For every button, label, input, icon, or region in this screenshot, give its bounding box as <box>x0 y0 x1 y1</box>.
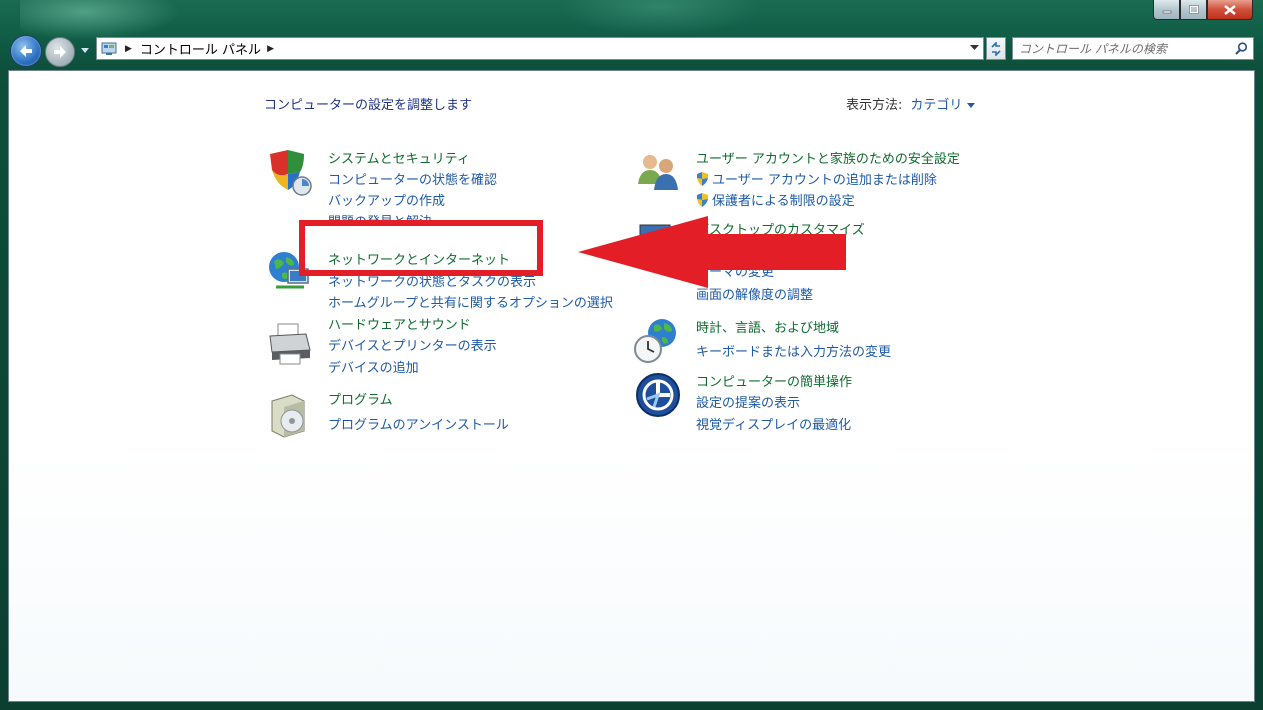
category-link[interactable]: 視覚ディスプレイの最適化 <box>696 414 851 433</box>
category-link[interactable]: デバイスの追加 <box>328 357 419 376</box>
category-link[interactable]: プログラムのアンインストール <box>328 414 509 433</box>
category-system-security: システムとセキュリティ コンピューターの状態を確認 バックアップの作成 問題の発… <box>266 148 596 228</box>
category-link[interactable]: デバイスとプリンターの表示 <box>328 335 497 354</box>
highlight-box <box>299 220 543 276</box>
address-dropdown-icon[interactable] <box>970 45 979 51</box>
category-link[interactable]: 保護者による制限の設定 <box>696 190 855 209</box>
clock-globe-icon <box>634 319 676 363</box>
close-button[interactable] <box>1207 0 1253 20</box>
view-by: 表示方法: カテゴリ <box>846 94 976 113</box>
refresh-button[interactable] <box>986 37 1006 60</box>
minimize-button[interactable] <box>1153 0 1180 20</box>
caption-buttons <box>1153 0 1253 20</box>
category-link[interactable]: キーボードまたは入力方法の変更 <box>696 341 891 360</box>
search-icon[interactable] <box>1235 42 1248 55</box>
uac-shield-icon <box>697 192 708 207</box>
forward-button[interactable] <box>45 37 75 67</box>
navigation-bar: ▶ コントロール パネル ▶ <box>8 34 1255 68</box>
breadcrumb-chevron-icon[interactable]: ▶ <box>267 44 274 54</box>
category-link[interactable]: 設定の提案の表示 <box>696 392 800 411</box>
back-arrow-icon <box>20 45 32 57</box>
breadcrumb-chevron-icon[interactable]: ▶ <box>125 44 132 54</box>
category-hardware-sound: ハードウェアとサウンド デバイスとプリンターの表示 デバイスの追加 <box>266 314 596 376</box>
category-title[interactable]: システムとセキュリティ <box>328 148 470 167</box>
view-by-dropdown[interactable]: カテゴリ <box>910 98 962 113</box>
control-panel-icon <box>101 42 117 55</box>
category-ease-of-access: コンピューターの簡単操作 設定の提案の表示 視覚ディスプレイの最適化 <box>634 371 994 433</box>
category-user-accounts: ユーザー アカウントと家族のための安全設定 ユーザー アカウントの追加または削除… <box>634 148 994 209</box>
category-link[interactable]: コンピューターの状態を確認 <box>328 169 497 188</box>
window-frame: ▶ コントロール パネル ▶ コンピューターの設定を調整します 表示方法: カテゴ… <box>0 0 1263 710</box>
minimize-icon <box>1162 10 1171 13</box>
users-icon <box>638 155 678 190</box>
category-title[interactable]: コンピューターの簡単操作 <box>696 371 852 390</box>
category-programs: プログラム プログラムのアンインストール <box>266 389 596 439</box>
ease-of-access-icon <box>636 373 680 417</box>
category-title[interactable]: 時計、言語、および地域 <box>696 317 839 336</box>
chevron-down-icon[interactable] <box>967 103 976 108</box>
close-icon <box>1224 4 1236 15</box>
search-input[interactable] <box>1019 41 1224 57</box>
address-bar[interactable]: ▶ コントロール パネル ▶ <box>96 37 984 60</box>
red-arrow-icon <box>578 216 846 288</box>
refresh-icon <box>991 41 1001 56</box>
category-title[interactable]: プログラム <box>328 389 393 408</box>
forward-arrow-icon <box>54 46 66 58</box>
shield-icon <box>270 150 312 196</box>
category-link[interactable]: バックアップの作成 <box>328 190 445 209</box>
view-by-label: 表示方法: <box>846 98 903 113</box>
category-title[interactable]: ハードウェアとサウンド <box>328 314 471 333</box>
printer-icon <box>269 323 311 365</box>
category-title[interactable]: ユーザー アカウントと家族のための安全設定 <box>696 148 960 167</box>
category-link-label: 保護者による制限の設定 <box>712 194 855 209</box>
back-button[interactable] <box>10 35 42 67</box>
category-link[interactable]: ユーザー アカウントの追加または削除 <box>696 169 937 188</box>
frame-glow <box>560 0 760 36</box>
programs-icon <box>271 394 305 438</box>
control-panel-content: コンピューターの設定を調整します 表示方法: カテゴリ システムとセキュリティ コ… <box>8 70 1255 702</box>
recent-pages-dropdown-icon[interactable] <box>80 45 90 55</box>
page-title: コンピューターの設定を調整します <box>264 98 473 113</box>
category-link-label: ユーザー アカウントの追加または削除 <box>712 173 937 188</box>
maximize-button[interactable] <box>1180 0 1207 20</box>
category-link[interactable]: ホームグループと共有に関するオプションの選択 <box>328 292 613 311</box>
search-box[interactable] <box>1012 37 1254 60</box>
uac-shield-icon <box>697 171 708 186</box>
breadcrumb-item[interactable]: コントロール パネル <box>140 39 261 58</box>
category-clock-language-region: 時計、言語、および地域 キーボードまたは入力方法の変更 <box>634 317 994 367</box>
maximize-icon <box>1188 4 1199 14</box>
